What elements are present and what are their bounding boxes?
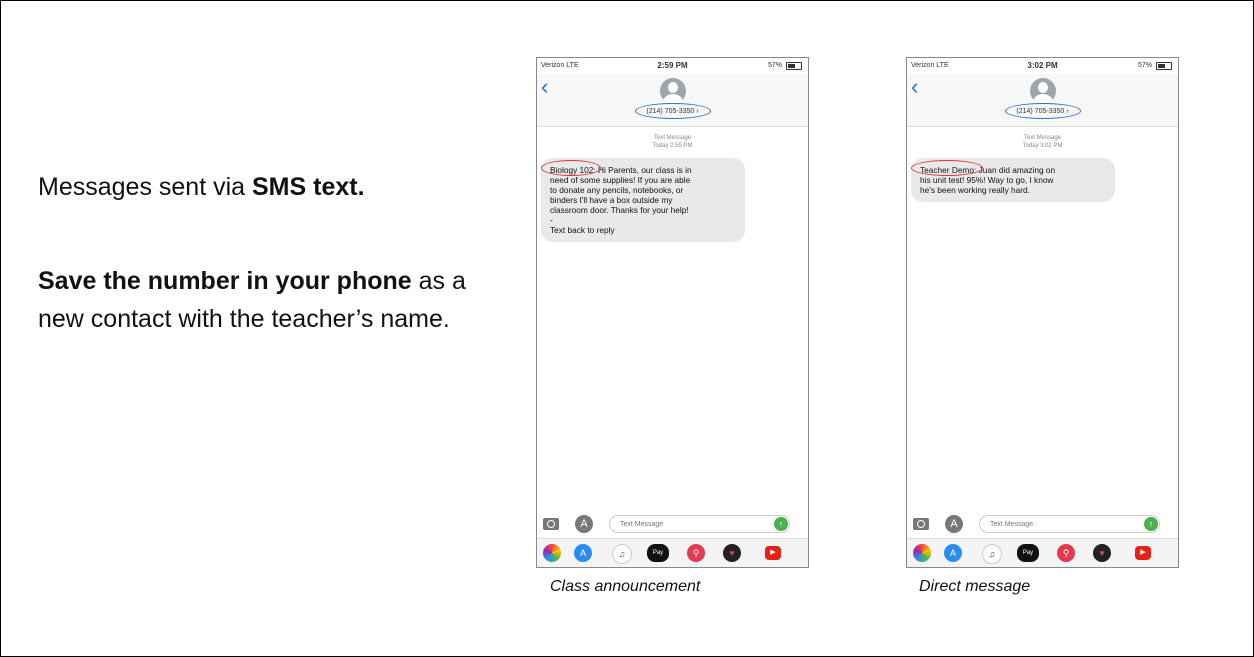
message-line: to donate any pencils, notebooks, or [550,185,684,195]
heart-icon[interactable]: ♥ [723,544,741,562]
message-line: need of some supplies! If you are able [550,175,691,185]
music-icon[interactable]: ♫ [982,544,1002,564]
message-meta: Text Message Today 3:02 PM [907,134,1178,150]
imessage-app-strip: A ♫ Pay ⚲ ♥ ▶ [907,538,1178,567]
teacher-name-highlight-ring [911,160,983,176]
compose-bar: A ↑ [537,511,808,537]
sms-note-bold: SMS text. [252,173,365,201]
conversation-header: ‹ (214) 705-3350 › [537,74,808,127]
phone-screenshot-direct-message: Verizon LTE 3:02 PM 57% ‹ (214) 705-3350… [906,57,1179,568]
search-icon[interactable]: ⚲ [1057,544,1075,562]
imessage-app-strip: A ♫ Pay ⚲ ♥ ▶ [537,538,808,567]
contact-avatar[interactable] [659,78,686,104]
photos-icon[interactable] [543,544,561,562]
message-line: Text back to reply [550,225,615,235]
contact-avatar[interactable] [1029,78,1056,104]
number-highlight-ring [1004,103,1081,119]
class-name-highlight-ring [541,160,601,176]
save-number-bold: Save the number in your phone [38,267,412,295]
message-type: Text Message [1023,135,1062,141]
compose-bar: A ↑ [907,511,1178,537]
battery-icon [786,62,802,70]
message-line: binders I'll have a box outside my [550,195,673,205]
message-type: Text Message [653,135,692,141]
save-number-note: Save the number in your phone as a new c… [38,262,478,338]
message-line: - [550,215,553,225]
camera-icon[interactable] [543,518,559,530]
app-store-icon[interactable]: A [944,544,962,562]
message-meta: Text Message Today 2:59 PM [537,134,808,150]
caption-direct-message: Direct message [919,578,1031,595]
app-store-icon[interactable]: A [945,515,963,533]
battery-percent: 57% [767,62,782,69]
youtube-icon[interactable]: ▶ [1135,546,1151,560]
heart-icon[interactable]: ♥ [1093,544,1111,562]
battery-percent: 57% [1137,62,1152,69]
apple-pay-icon[interactable]: Pay [1017,544,1039,562]
text-message-input[interactable] [609,515,790,533]
message-line: classroom door. Thanks for your help! [550,205,689,215]
apple-pay-icon[interactable]: Pay [647,544,669,562]
message-timestamp: Today 3:02 PM [1022,143,1063,149]
message-line: he's been working really hard. [920,185,1030,195]
number-highlight-ring [634,103,711,119]
conversation-header: ‹ (214) 705-3350 › [907,74,1178,127]
status-bar: Verizon LTE 2:59 PM 57% [537,58,808,74]
back-chevron-icon[interactable]: ‹ [541,76,548,98]
back-chevron-icon[interactable]: ‹ [911,76,918,98]
text-message-input[interactable] [979,515,1160,533]
camera-icon[interactable] [913,518,929,530]
caption-class-announcement: Class announcement [550,578,701,595]
send-arrow-icon[interactable]: ↑ [1144,517,1158,531]
slide-text: Messages sent via SMS text. Save the num… [38,168,478,338]
sms-note-prefix: Messages sent via [38,173,252,201]
app-store-icon[interactable]: A [574,544,592,562]
sms-note: Messages sent via SMS text. [38,168,478,206]
music-icon[interactable]: ♫ [612,544,632,564]
battery-icon [1156,62,1172,70]
youtube-icon[interactable]: ▶ [765,546,781,560]
message-line: his unit test! 95%! Way to go, I know [920,175,1054,185]
message-timestamp: Today 2:59 PM [652,143,693,149]
phone-screenshot-class-announcement: Verizon LTE 2:59 PM 57% ‹ (214) 705-3350… [536,57,809,568]
app-store-icon[interactable]: A [575,515,593,533]
search-icon[interactable]: ⚲ [687,544,705,562]
send-arrow-icon[interactable]: ↑ [774,517,788,531]
photos-icon[interactable] [913,544,931,562]
status-bar: Verizon LTE 3:02 PM 57% [907,58,1178,74]
